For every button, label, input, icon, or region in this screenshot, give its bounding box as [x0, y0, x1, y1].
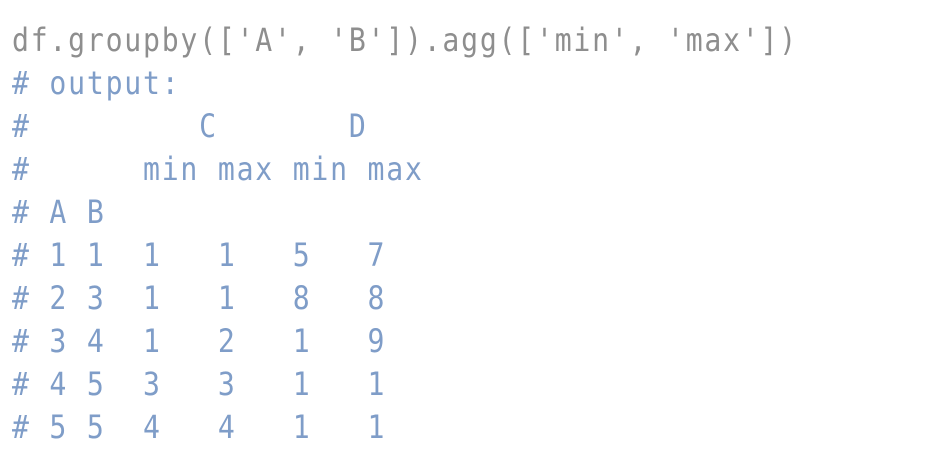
comment-line-output-label: # output:	[12, 64, 181, 102]
comment-line-row: # 4 5 3 3 1 1	[12, 365, 387, 403]
code-line-groupby-agg: df.groupby(['A', 'B']).agg(['min', 'max'…	[12, 21, 798, 59]
code-snippet: df.groupby(['A', 'B']).agg(['min', 'max'…	[12, 19, 822, 449]
comment-line-column-level-0: # C D	[12, 107, 368, 145]
comment-line-row: # 5 5 4 4 1 1	[12, 408, 387, 446]
comment-line-row: # 2 3 1 1 8 8	[12, 279, 387, 317]
comment-line-row: # 3 4 1 2 1 9	[12, 322, 387, 360]
comment-line-index-names: # A B	[12, 193, 106, 231]
comment-line-row: # 1 1 1 1 5 7	[12, 236, 387, 274]
comment-line-column-level-1: # min max min max	[12, 150, 424, 188]
